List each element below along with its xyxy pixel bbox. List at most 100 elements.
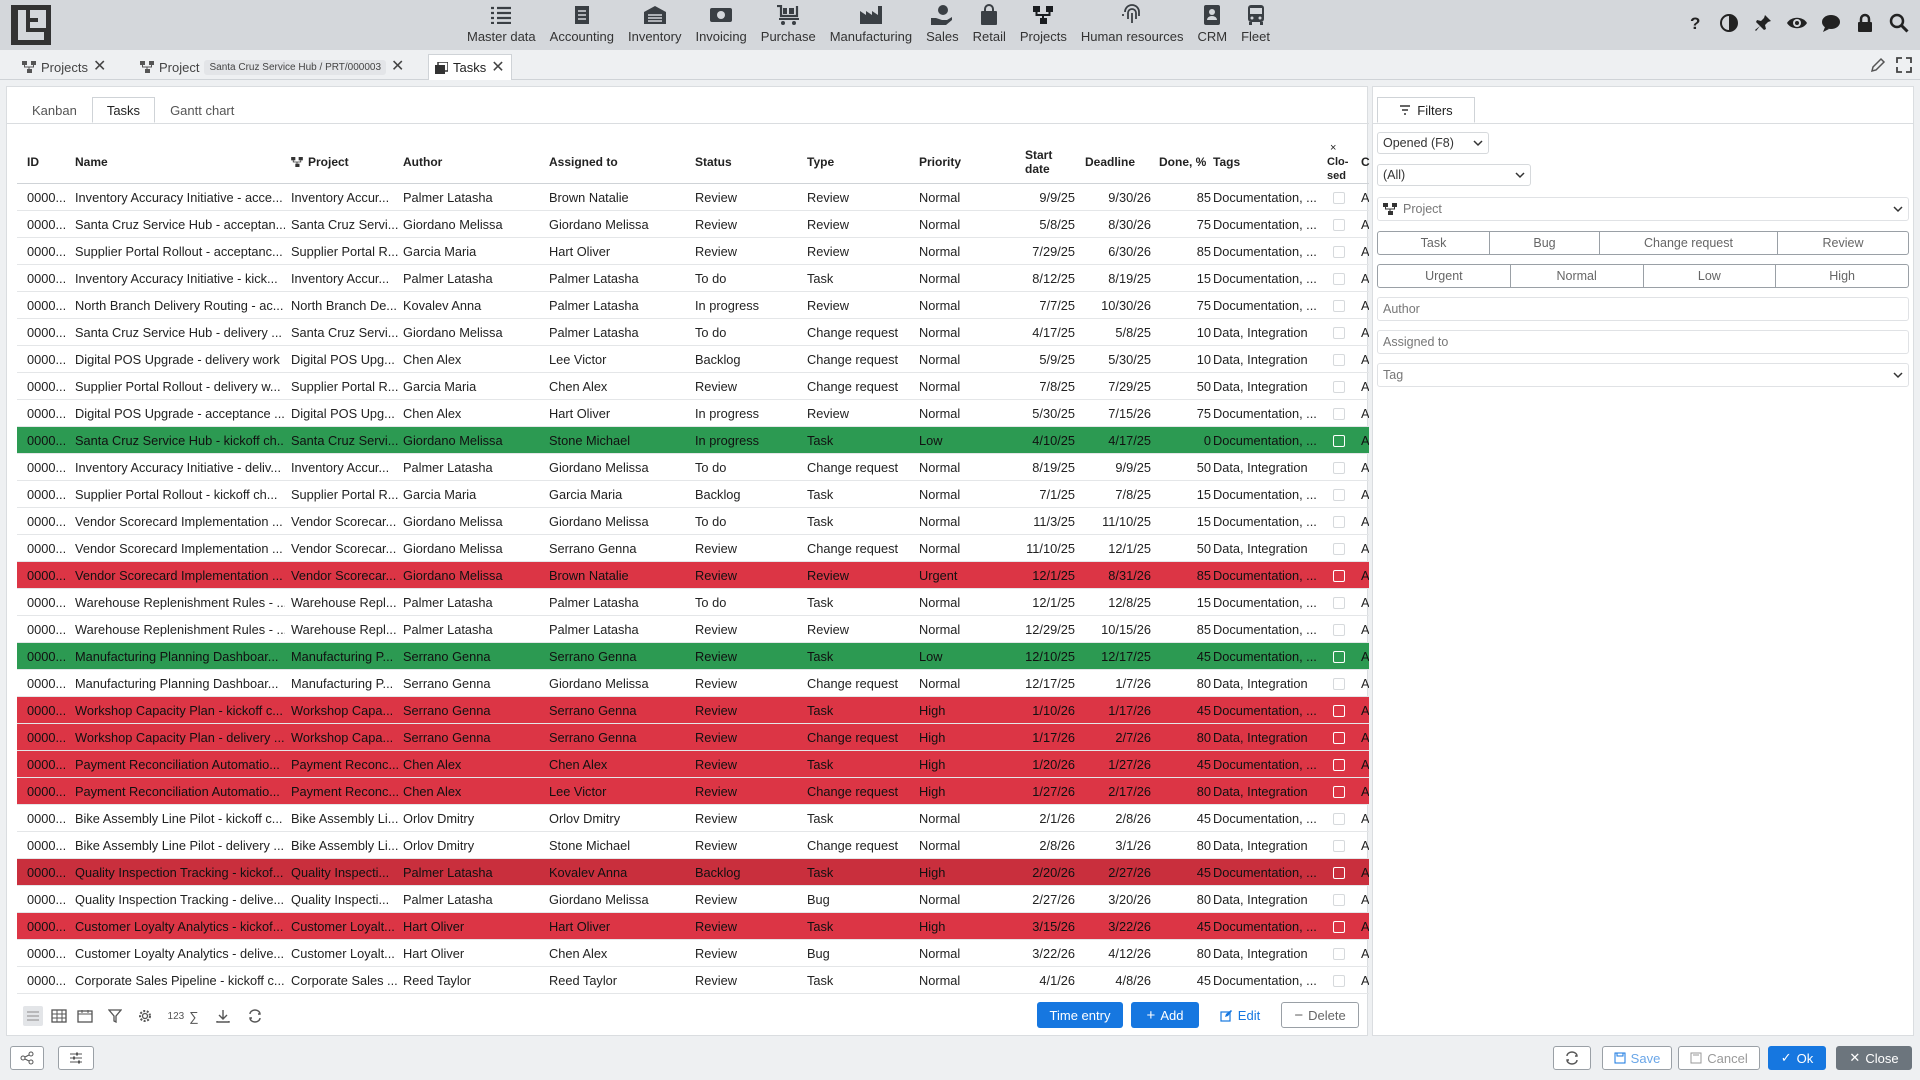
save-button[interactable]: Save [1602,1046,1672,1070]
type-filter-bug[interactable]: Bug [1490,232,1600,254]
tab-project[interactable]: Project Santa Cruz Service Hub / PRT/000… [134,54,410,80]
module-inventory[interactable]: Inventory [621,0,688,50]
col-id[interactable]: ID [27,139,39,184]
close-button[interactable]: ✕ Close [1836,1046,1912,1070]
table-row[interactable]: 0000... Bike Assembly Line Pilot - kickof… [17,805,1369,832]
closed-checkbox[interactable] [1333,408,1345,420]
module-manufacturing[interactable]: Manufacturing [823,0,919,50]
module-invoicing[interactable]: Invoicing [688,0,753,50]
table-row[interactable]: 0000... Warehouse Replenishment Rules - .… [17,616,1369,643]
type-filter-change-request[interactable]: Change request [1600,232,1778,254]
col-status[interactable]: Status [695,139,732,184]
col-project[interactable]: Project [291,139,349,184]
filters-tab[interactable]: Filters [1377,97,1475,123]
module-projects[interactable]: Projects [1013,0,1074,50]
table-row[interactable]: 0000... Digital POS Upgrade - delivery wo… [17,346,1369,373]
table-row[interactable]: 0000... Workshop Capacity Plan - delivery… [17,724,1369,751]
table-row[interactable]: 0000... Bike Assembly Line Pilot - delive… [17,832,1369,859]
chat-icon[interactable] [1820,12,1842,34]
table-row[interactable]: 0000... Vendor Scorecard Implementation .… [17,562,1369,589]
closed-checkbox[interactable] [1333,273,1345,285]
scope-select[interactable]: (All) [1377,164,1531,186]
table-row[interactable]: 0000... Workshop Capacity Plan - kickoff … [17,697,1369,724]
table-row[interactable]: 0000... Quality Inspection Tracking - del… [17,886,1369,913]
cancel-button[interactable]: Cancel [1678,1046,1760,1070]
table-row[interactable]: 0000... Quality Inspection Tracking - kic… [17,859,1369,886]
col-name[interactable]: Name [75,139,108,184]
closed-checkbox[interactable] [1333,489,1345,501]
col-priority[interactable]: Priority [919,139,961,184]
col-type[interactable]: Type [807,139,834,184]
help-icon[interactable]: ? [1684,12,1706,34]
table-row[interactable]: 0000... Vendor Scorecard Implementation .… [17,535,1369,562]
table-row[interactable]: 0000... North Branch Delivery Routing - a… [17,292,1369,319]
module-purchase[interactable]: Purchase [754,0,823,50]
add-button[interactable]: + Add [1131,1002,1199,1028]
table-row[interactable]: 0000... Customer Loyalty Analytics - deli… [17,940,1369,967]
closed-checkbox[interactable] [1333,759,1345,771]
project-filter-select[interactable]: Project [1377,197,1909,221]
download-icon[interactable] [213,1006,233,1026]
tab-tasks[interactable]: Tasks ✕ [428,54,512,80]
closed-checkbox[interactable] [1333,894,1345,906]
closed-checkbox[interactable] [1333,921,1345,933]
state-select[interactable]: Opened (F8) [1377,132,1489,154]
module-human-resources[interactable]: Human resources [1074,0,1191,50]
col-closed[interactable]: × Clo-sed [1327,139,1357,184]
table-row[interactable]: 0000... Corporate Sales Pipeline - kickof… [17,967,1369,994]
form-settings-button[interactable] [58,1046,94,1070]
table-row[interactable]: 0000... Supplier Portal Rollout - kickoff… [17,481,1369,508]
closed-checkbox[interactable] [1333,381,1345,393]
time-entry-button[interactable]: Time entry [1037,1002,1123,1028]
tab-projects[interactable]: Projects ✕ [16,54,112,80]
closed-checkbox[interactable] [1333,867,1345,879]
closed-checkbox[interactable] [1333,300,1345,312]
eye-icon[interactable] [1786,12,1808,34]
closed-checkbox[interactable] [1333,813,1345,825]
closed-checkbox[interactable] [1333,786,1345,798]
col-done-percent[interactable]: Done, % [1159,139,1206,184]
assigned-to-filter-input[interactable]: Assigned to [1377,330,1909,354]
close-tab-icon[interactable]: ✕ [93,59,106,75]
col-closed-clear-icon[interactable]: × [1327,141,1336,155]
pin-icon[interactable] [1752,12,1774,34]
closed-checkbox[interactable] [1333,840,1345,852]
closed-checkbox[interactable] [1333,948,1345,960]
close-tab-icon[interactable]: ✕ [391,59,404,75]
list-view-icon[interactable] [23,1006,43,1026]
closed-checkbox[interactable] [1333,705,1345,717]
table-row[interactable]: 0000... Vendor Scorecard Implementation .… [17,508,1369,535]
pencil-icon[interactable] [1870,57,1886,73]
theme-contrast-icon[interactable] [1718,12,1740,34]
module-sales[interactable]: Sales [919,0,966,50]
type-filter-review[interactable]: Review [1778,232,1908,254]
module-retail[interactable]: Retail [966,0,1013,50]
totals-toggle[interactable]: 123 ∑ [165,1006,201,1026]
delete-button[interactable]: − Delete [1281,1002,1359,1028]
col-extra[interactable]: C [1361,139,1370,184]
closed-checkbox[interactable] [1333,732,1345,744]
closed-checkbox[interactable] [1333,327,1345,339]
table-row[interactable]: 0000... Warehouse Replenishment Rules - .… [17,589,1369,616]
closed-checkbox[interactable] [1333,516,1345,528]
closed-checkbox[interactable] [1333,246,1345,258]
table-row[interactable]: 0000... Supplier Portal Rollout - accepta… [17,238,1369,265]
settings-gear-icon[interactable] [135,1006,155,1026]
table-row[interactable]: 0000... Inventory Accuracy Initiative - a… [17,184,1369,211]
col-author[interactable]: Author [403,139,442,184]
closed-checkbox[interactable] [1333,570,1345,582]
share-button[interactable] [10,1046,44,1070]
col-start-date[interactable]: Start date [1025,139,1065,184]
closed-checkbox[interactable] [1333,192,1345,204]
table-row[interactable]: 0000... Manufacturing Planning Dashboar..… [17,670,1369,697]
module-accounting[interactable]: Accounting [543,0,621,50]
edit-button[interactable]: Edit [1215,1002,1265,1028]
ok-button[interactable]: ✓ Ok [1768,1046,1826,1070]
tab-kanban[interactable]: Kanban [17,97,92,123]
calendar-view-icon[interactable] [75,1006,95,1026]
priority-filter-normal[interactable]: Normal [1511,265,1644,287]
table-row[interactable]: 0000... Payment Reconciliation Automatio.… [17,778,1369,805]
module-master-data[interactable]: Master data [460,0,543,50]
closed-checkbox[interactable] [1333,354,1345,366]
type-filter-task[interactable]: Task [1378,232,1490,254]
